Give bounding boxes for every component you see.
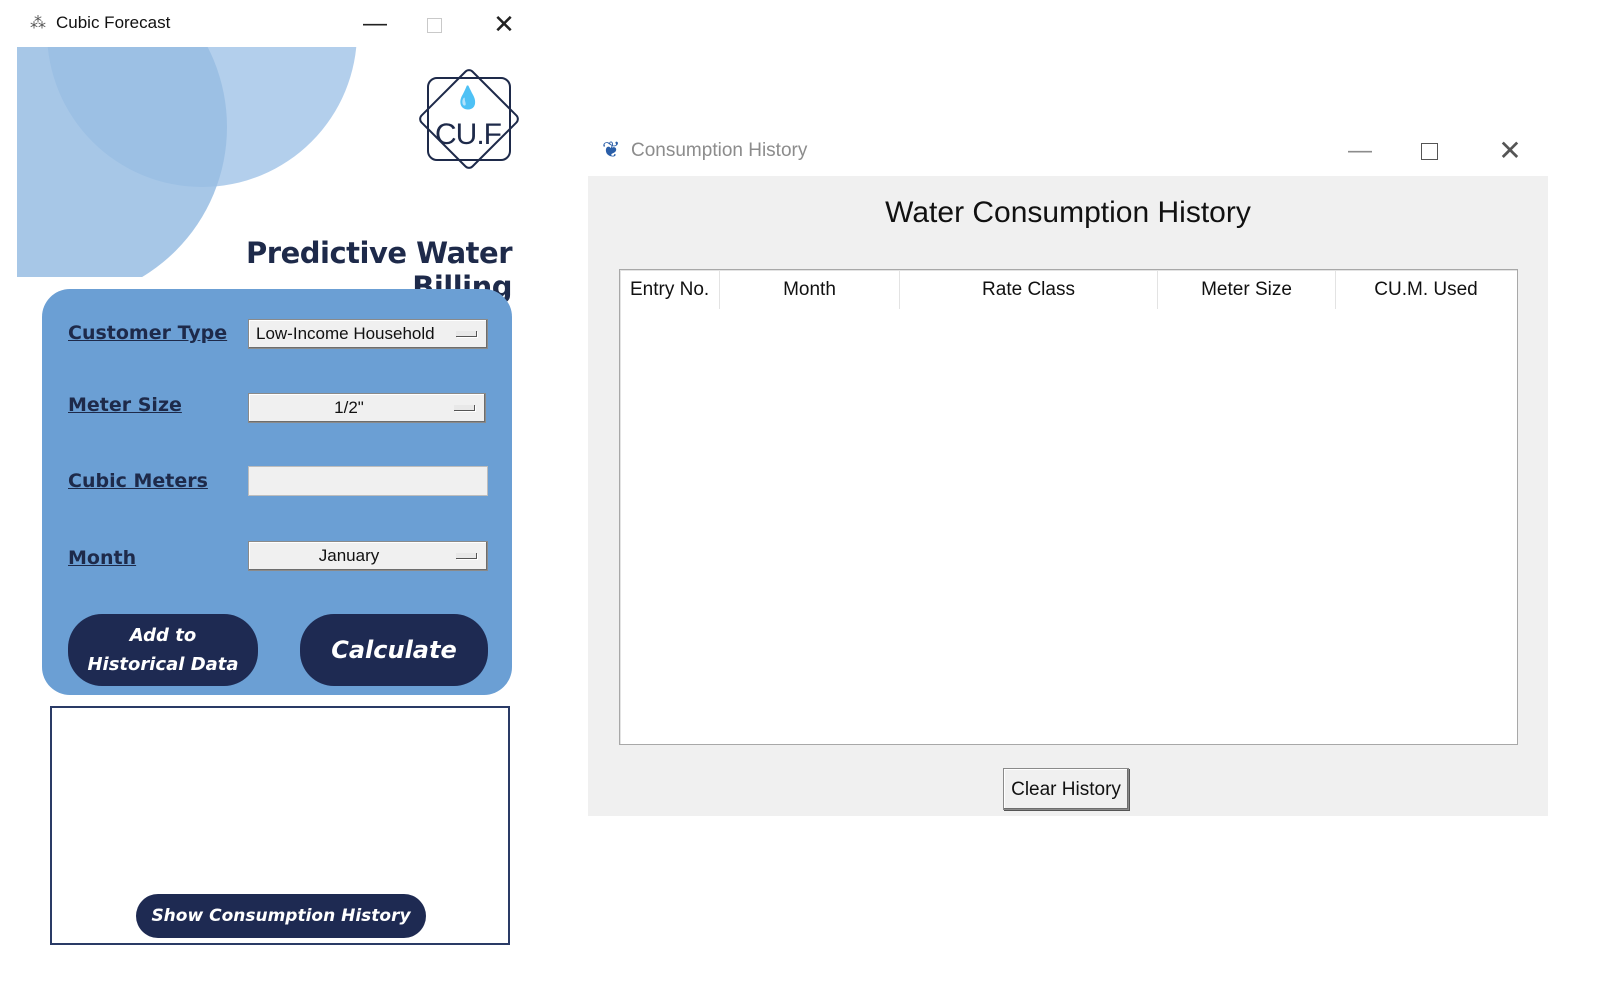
month-value: January [318,546,380,565]
column-header-meter-size[interactable]: Meter Size [1158,271,1336,309]
dropdown-indicator-icon [456,553,477,559]
maximize-button[interactable] [1418,140,1442,164]
month-label: Month [68,547,137,569]
cubic-meters-label: Cubic Meters [68,470,208,492]
maximize-button[interactable] [421,12,447,38]
dropdown-indicator-icon [456,331,477,337]
calculate-button[interactable]: Calculate [300,614,488,686]
meter-size-label: Meter Size [68,394,182,416]
window-title: Cubic Forecast [56,13,171,32]
logo: 💧 CU.F [410,60,526,176]
table-header: Entry No. Month Rate Class Meter Size CU… [621,271,1516,309]
history-body: Water Consumption History Entry No. Mont… [588,176,1548,816]
column-header-cum-used[interactable]: CU.M. Used [1336,271,1516,309]
customer-type-select[interactable]: Low-Income Household [248,319,488,349]
water-drops-icon: 💧 [454,86,482,111]
column-header-month[interactable]: Month [720,271,900,309]
dropdown-indicator-icon [454,405,475,411]
clear-history-button[interactable]: Clear History [1003,768,1129,810]
meter-size-select[interactable]: 1/2" [248,393,486,423]
minimize-button[interactable]: — [1340,134,1380,168]
feather-icon: ❦ [602,138,621,163]
logo-text: CU.F [435,118,502,151]
consumption-history-window: ❦ Consumption History — ✕ Water Consumpt… [588,126,1548,816]
customer-type-label: Customer Type [68,322,228,344]
title-bar: ⁂ Cubic Forecast — ✕ [17,0,527,47]
show-consumption-history-button[interactable]: Show Consumption History [136,894,426,938]
customer-type-value: Low-Income Household [256,324,435,343]
billing-form-panel: Customer Type Low-Income Household Meter… [42,289,512,695]
close-button[interactable]: ✕ [487,8,521,40]
column-header-rate-class[interactable]: Rate Class [900,271,1158,309]
close-button[interactable]: ✕ [1490,134,1530,168]
history-heading: Water Consumption History [885,196,1251,229]
meter-size-value: 1/2" [334,398,364,417]
month-select[interactable]: January [248,541,488,571]
maximize-icon [1421,143,1438,160]
cubic-forecast-window: ⁂ Cubic Forecast — ✕ 💧 CU.F Predictive W… [17,0,527,965]
history-table[interactable]: Entry No. Month Rate Class Meter Size CU… [619,269,1518,745]
minimize-button[interactable]: — [357,8,393,40]
cubic-meters-input[interactable] [248,466,488,496]
app-icon: ⁂ [30,13,46,32]
window-title: Consumption History [631,140,808,161]
column-header-entry-no[interactable]: Entry No. [621,271,720,309]
result-display-box: Show Consumption History [50,706,510,945]
title-bar: ❦ Consumption History — ✕ [588,126,1548,176]
add-to-historical-data-button[interactable]: Add to Historical Data [68,614,258,686]
maximize-icon [427,18,442,33]
